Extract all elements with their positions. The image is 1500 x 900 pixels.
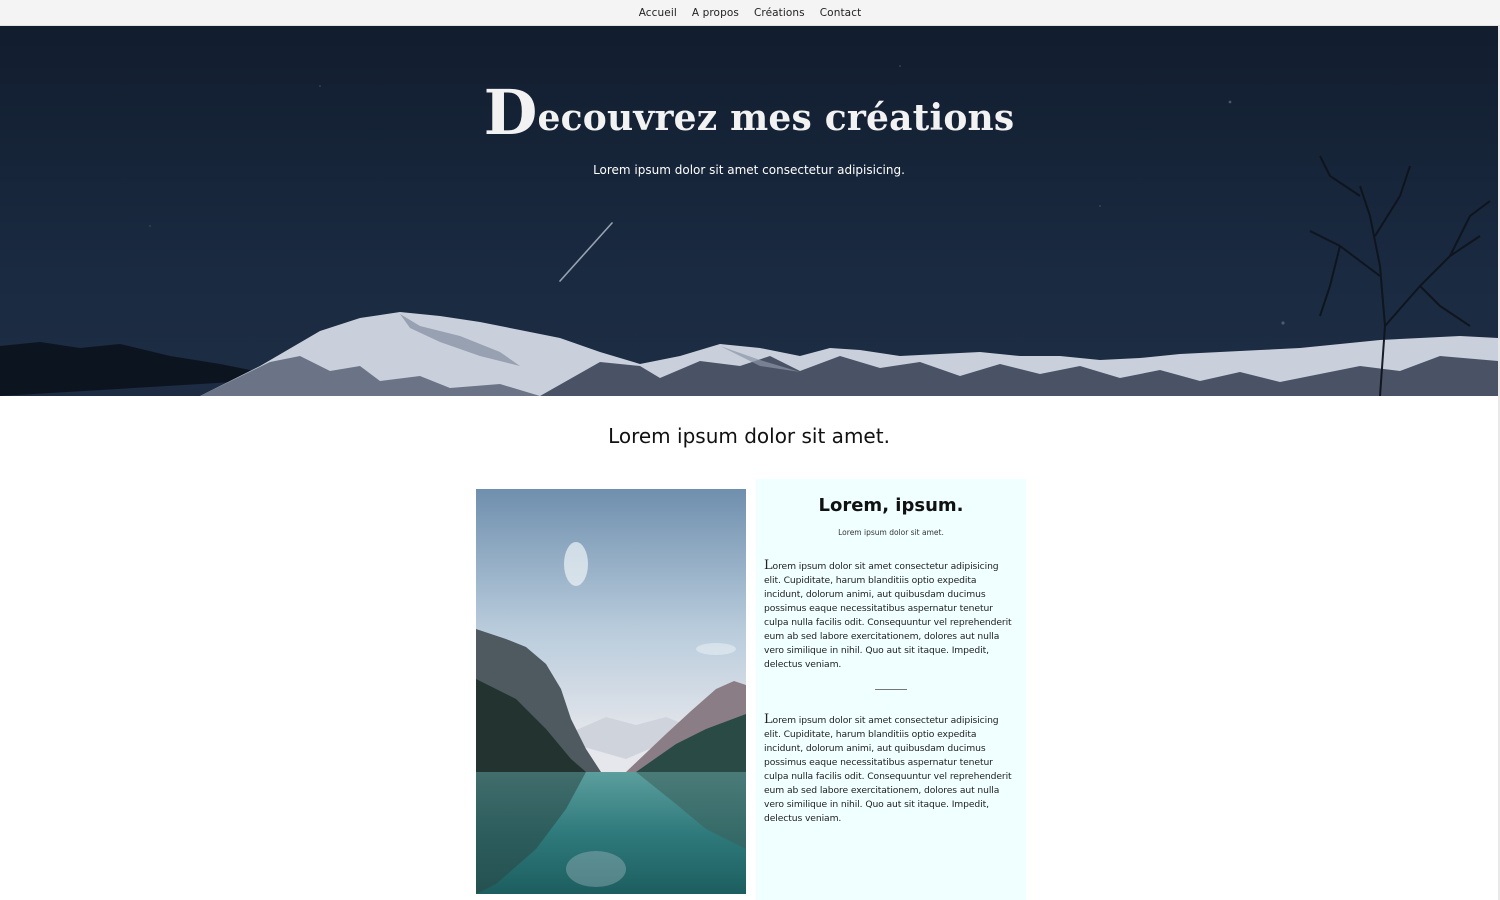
card-divider: [875, 689, 907, 690]
card-paragraph-2: Lorem ipsum dolor sit amet consectetur a…: [764, 713, 1018, 826]
hero-title-rest: ecouvrez mes créations: [537, 97, 1015, 139]
hero-banner: Decouvrez mes créations Lorem ipsum dolo…: [0, 26, 1498, 396]
card-paragraph-1: Lorem ipsum dolor sit amet consectetur a…: [764, 559, 1018, 672]
hero-title: Decouvrez mes créations: [0, 76, 1498, 149]
hero-subtitle: Lorem ipsum dolor sit amet consectetur a…: [593, 163, 905, 177]
nav-link-a-propos[interactable]: A propos: [692, 7, 739, 19]
card-subtitle: Lorem ipsum dolor sit amet.: [838, 528, 944, 537]
nav-link-contact[interactable]: Contact: [820, 7, 862, 19]
hero-title-drop-cap: D: [483, 76, 538, 149]
paragraph-1-text: orem ipsum dolor sit amet consectetur ad…: [764, 561, 1012, 670]
nav-link-accueil[interactable]: Accueil: [639, 7, 677, 19]
top-navigation: Accueil A propos Créations Contact: [0, 0, 1500, 26]
section-title: Lorem ipsum dolor sit amet.: [608, 424, 890, 448]
paragraph-1-drop-cap: L: [764, 558, 773, 573]
nav-link-creations[interactable]: Créations: [754, 7, 805, 19]
paragraph-2-text: orem ipsum dolor sit amet consectetur ad…: [764, 715, 1012, 824]
content-card: Lorem, ipsum. Lorem ipsum dolor sit amet…: [756, 479, 1026, 900]
paragraph-2-drop-cap: L: [764, 712, 773, 727]
card-title: Lorem, ipsum.: [818, 495, 964, 516]
lake-mountain-photo: [476, 489, 746, 894]
